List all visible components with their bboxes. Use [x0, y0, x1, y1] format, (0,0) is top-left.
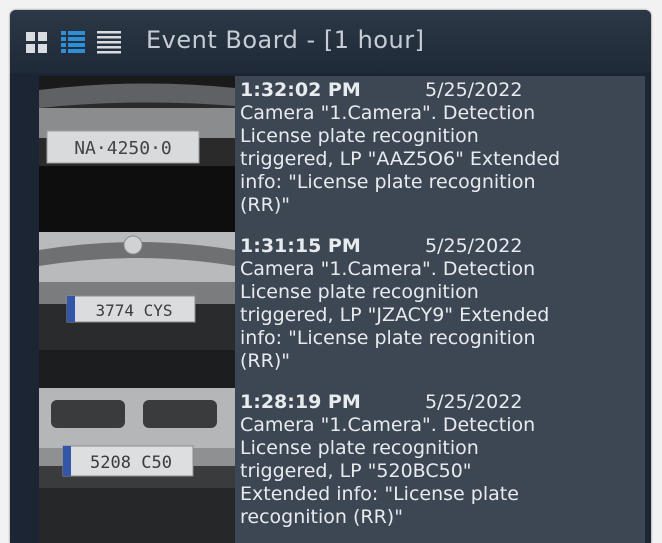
event-description: Camera "1.Camera". Detection License pla…: [240, 414, 536, 528]
event-date: 5/25/2022: [425, 391, 523, 413]
event-date: 5/25/2022: [425, 79, 523, 101]
event-thumbnail: 5208 C50: [39, 388, 235, 543]
event-thumbnail: 3774 CYS: [39, 232, 235, 388]
compact-view-icon[interactable]: [97, 30, 121, 56]
plate-text: 3774 CYS: [95, 301, 172, 320]
event-board-header: Event Board - [1 hour]: [10, 10, 651, 73]
event-item[interactable]: 3774 CYS 1:31:15 PM 5/25/2022 Camera "1.C…: [39, 232, 645, 388]
event-time: 1:32:02 PM: [240, 79, 361, 101]
event-info: 1:31:15 PM 5/25/2022 Camera "1.Camera". D…: [235, 232, 645, 388]
event-time: 1:28:19 PM: [240, 391, 361, 413]
event-description: Camera "1.Camera". Detection License pla…: [240, 258, 550, 372]
event-info: 1:32:02 PM 5/25/2022 Camera "1.Camera". D…: [235, 76, 645, 232]
grid-view-icon[interactable]: [25, 30, 49, 56]
plate-text: 5208 C50: [90, 453, 172, 473]
event-item[interactable]: 5208 C50 1:28:19 PM 5/25/2022 Camera "1.C…: [39, 388, 645, 543]
event-board-panel: Event Board - [1 hour] NA·4250·0 1:32:02…: [10, 10, 651, 543]
event-date: 5/25/2022: [425, 235, 523, 257]
event-thumbnail: NA·4250·0: [39, 76, 235, 232]
event-item[interactable]: NA·4250·0 1:32:02 PM 5/25/2022 Camera "1.…: [39, 76, 645, 232]
event-description: Camera "1.Camera". Detection License pla…: [240, 102, 561, 216]
event-info: 1:28:19 PM 5/25/2022 Camera "1.Camera". D…: [235, 388, 645, 543]
event-time: 1:31:15 PM: [240, 235, 361, 257]
list-view-icon[interactable]: [61, 30, 85, 56]
plate-text: NA·4250·0: [74, 138, 172, 159]
event-board-title: Event Board - [1 hour]: [146, 26, 425, 54]
event-list: NA·4250·0 1:32:02 PM 5/25/2022 Camera "1.…: [10, 76, 651, 543]
